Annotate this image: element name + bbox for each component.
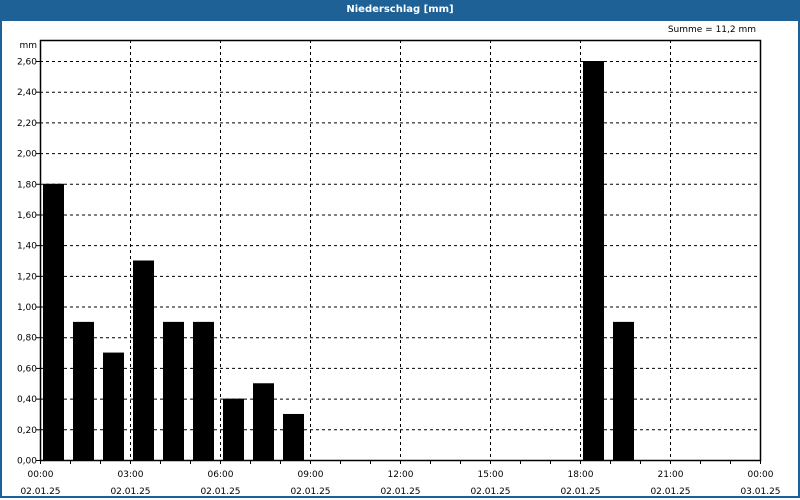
bar <box>103 352 124 460</box>
x-tick-date: 02.01.25 <box>470 487 510 497</box>
y-tick-label: 2,60 <box>17 58 37 68</box>
precipitation-chart: 0,00 0,20 0,40 0,60 0,80 1,00 1,20 1,40 1,60 1,80… <box>17 39 781 497</box>
bar <box>73 321 94 460</box>
y-tick-label: 0,20 <box>17 426 37 436</box>
x-tick-time: 00:00 <box>748 470 774 480</box>
x-tick-time: 03:00 <box>118 470 144 480</box>
bar <box>193 321 214 460</box>
x-tick-date: 02.01.25 <box>650 487 690 497</box>
y-tick-label: 0,00 <box>17 457 37 467</box>
bar <box>43 183 64 460</box>
y-tick-label: 1,20 <box>17 272 37 282</box>
x-tick-time: 12:00 <box>388 470 414 480</box>
bar <box>283 413 304 460</box>
bar <box>583 61 604 460</box>
bar <box>253 383 274 460</box>
y-axis-unit: mm <box>19 41 37 51</box>
bar <box>133 260 154 460</box>
x-tick-time: 21:00 <box>658 470 684 480</box>
y-tick-label: 0,80 <box>17 334 37 344</box>
y-tick-label: 1,80 <box>17 180 37 190</box>
bar <box>223 398 244 460</box>
x-tick-date: 02.01.25 <box>290 487 330 497</box>
x-tick-time: 15:00 <box>478 470 504 480</box>
x-tick-time: 09:00 <box>298 470 324 480</box>
y-tick-label: 1,60 <box>17 211 37 221</box>
y-tick-label: 2,40 <box>17 88 37 98</box>
y-tick-label: 1,00 <box>17 303 37 313</box>
y-tick-label: 0,40 <box>17 395 37 405</box>
y-tick-label: 2,00 <box>17 150 37 160</box>
x-tick-date: 02.01.25 <box>380 487 420 497</box>
x-tick-date: 02.01.25 <box>200 487 240 497</box>
x-tick-time: 06:00 <box>208 470 234 480</box>
x-tick-date: 02.01.25 <box>20 487 60 497</box>
bar <box>163 321 184 460</box>
x-tick-time: 00:00 <box>28 470 54 480</box>
y-tick-label: 2,20 <box>17 119 37 129</box>
x-tick-date: 02.01.25 <box>560 487 600 497</box>
x-tick-date: 02.01.25 <box>110 487 150 497</box>
bar <box>613 321 634 460</box>
x-tick-time: 18:00 <box>568 470 594 480</box>
x-tick-date: 03.01.25 <box>740 487 780 497</box>
y-tick-label: 0,60 <box>17 364 37 374</box>
y-tick-label: 1,40 <box>17 242 37 252</box>
